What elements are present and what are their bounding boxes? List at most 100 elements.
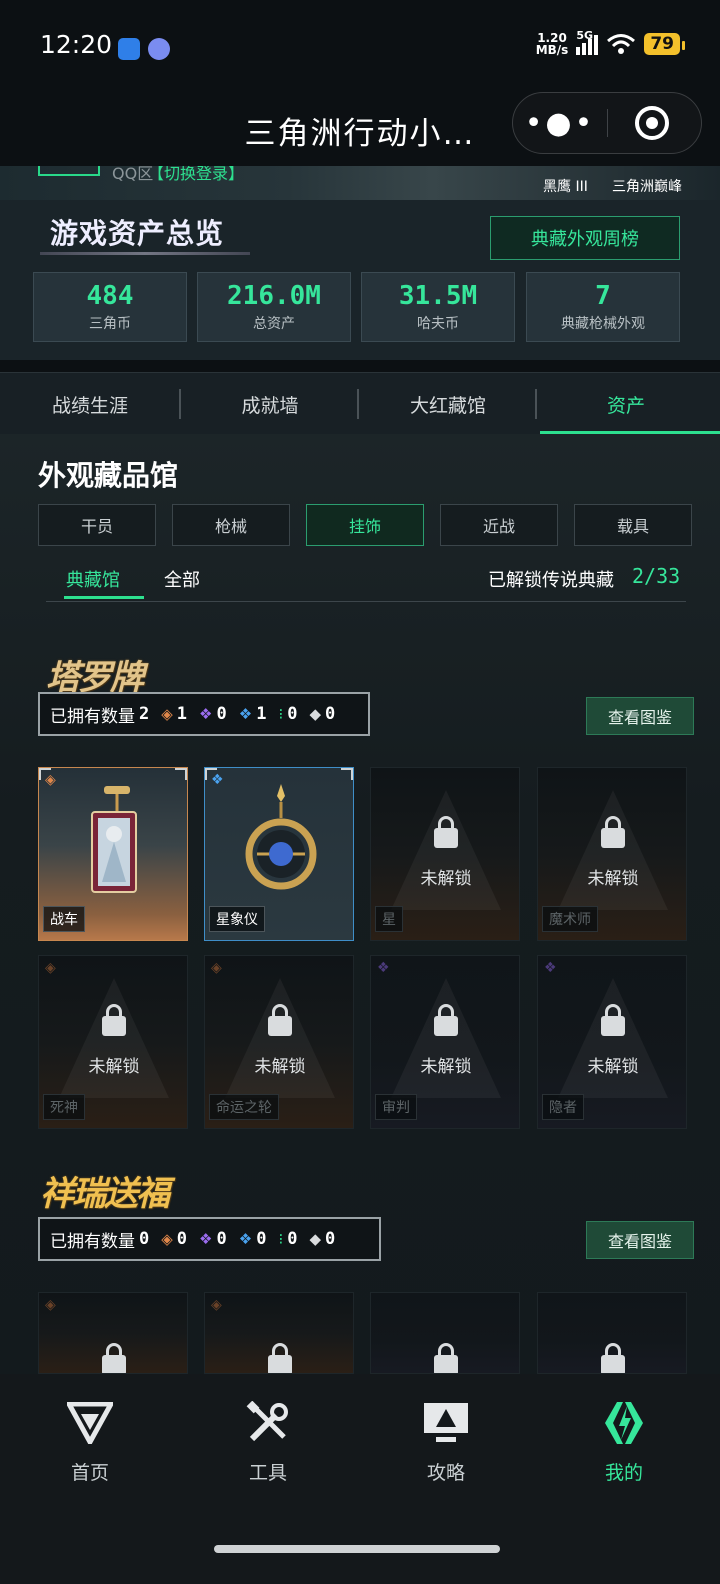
nav-label: 工具 <box>248 1462 287 1484</box>
collection-card[interactable]: ❖ 未解锁 隐者 <box>537 955 687 1129</box>
switch-login-link[interactable]: 【切换登录】 <box>148 166 244 184</box>
card-background-triangle <box>225 978 335 1098</box>
sub-tab-collection[interactable]: 典藏馆 <box>66 566 120 592</box>
collection-card[interactable]: ◈ 未解锁 死神 <box>38 955 188 1129</box>
rarity-count: 1 <box>176 704 188 724</box>
collection-card[interactable]: ◈ 未解锁 命运之轮 <box>204 955 354 1129</box>
owned-label: 已拥有数量 <box>50 1231 135 1252</box>
tab-assets[interactable]: 资产 <box>536 373 716 435</box>
astrolabe-charm-icon <box>245 784 317 890</box>
app-notification-icon <box>118 38 140 60</box>
lock-icon <box>601 816 625 848</box>
series-logo-blessing: 祥瑞送福 <box>40 1174 170 1214</box>
collection-card[interactable]: ◈ <box>38 1292 188 1374</box>
locked-label: 未解锁 <box>88 1057 140 1077</box>
stat-label: 哈夫币 <box>417 316 459 332</box>
orange-diamond-icon: ◈ <box>45 772 56 788</box>
orange-diamond-icon: ◈ <box>161 1230 173 1248</box>
tarot-chariot-charm-icon <box>91 786 137 893</box>
purple-diamond-icon: ❖ <box>377 960 390 976</box>
purple-diamond-icon: ❖ <box>199 1230 213 1248</box>
view-catalog-button[interactable]: 查看图鉴 <box>586 1221 694 1259</box>
blue-diamond-icon: ❖ <box>211 772 224 788</box>
rarity-count: 0 <box>256 1229 267 1249</box>
network-type: 5G <box>576 29 594 42</box>
card-corner <box>175 768 187 780</box>
locked-label: 未解锁 <box>420 869 472 889</box>
lock-icon <box>434 816 458 848</box>
target-circle-icon[interactable] <box>635 106 669 140</box>
nav-home[interactable]: 首页 <box>0 1400 180 1485</box>
weekly-ranking-button[interactable]: 典藏外观周榜 <box>490 216 680 260</box>
stat-card-total-assets: 216.0M 总资产 <box>197 272 351 342</box>
owned-total: 0 <box>139 1229 150 1249</box>
category-weapons[interactable]: 枪械 <box>172 504 290 546</box>
net-speed-unit: MB/s <box>535 43 569 57</box>
stat-card-collection-skins: 7 典藏枪械外观 <box>526 272 680 342</box>
card-background-triangle <box>558 978 668 1098</box>
collection-card[interactable]: 未解锁 魔术师 <box>537 767 687 941</box>
category-melee[interactable]: 近战 <box>440 504 558 546</box>
capsule-divider <box>607 109 608 137</box>
category-operators[interactable]: 干员 <box>38 504 156 546</box>
collection-card[interactable]: 未解锁 星 <box>370 767 520 941</box>
more-dots-icon[interactable]: •●• <box>513 93 607 153</box>
blue-diamond-icon: ❖ <box>238 705 253 723</box>
lock-icon <box>434 1343 458 1373</box>
locked-label: 未解锁 <box>254 1057 306 1077</box>
wifi-icon <box>607 34 636 54</box>
profile-emblem-icon <box>534 1400 714 1446</box>
home-indicator[interactable] <box>214 1545 500 1553</box>
collection-card[interactable] <box>537 1292 687 1374</box>
lock-icon <box>601 1004 625 1036</box>
rarity-count: 0 <box>325 1229 336 1249</box>
card-background-triangle <box>391 978 501 1098</box>
green-diamond-icon: ⁝ <box>278 705 284 723</box>
section-title: 外观藏品馆 <box>38 459 179 492</box>
tab-achievements[interactable]: 成就墙 <box>180 373 360 435</box>
rarity-count: 0 <box>176 1229 188 1249</box>
overview-title: 游戏资产总览 <box>50 217 225 250</box>
battery-indicator: 79 <box>644 33 685 55</box>
app-notification-icon-2 <box>148 38 170 60</box>
item-name: 死神 <box>43 1094 85 1120</box>
purple-diamond-icon: ❖ <box>199 705 213 723</box>
profile-tabs: 战绩生涯 成就墙 大红藏馆 资产 <box>0 372 720 435</box>
white-diamond-icon: ◆ <box>309 705 322 723</box>
orange-diamond-icon: ◈ <box>211 960 222 976</box>
category-charms[interactable]: 挂饰 <box>306 504 424 546</box>
blue-diamond-icon: ❖ <box>238 1230 253 1248</box>
lock-icon <box>102 1004 126 1036</box>
unlock-label: 已解锁传说典藏 <box>488 570 614 591</box>
collection-card[interactable] <box>370 1292 520 1374</box>
purple-diamond-icon: ❖ <box>544 960 557 976</box>
rarity-count: 0 <box>216 704 227 724</box>
item-name: 隐者 <box>542 1094 584 1120</box>
overview-title-underline <box>40 252 250 255</box>
collection-card[interactable]: ❖ 未解锁 审判 <box>370 955 520 1129</box>
category-vehicles[interactable]: 载具 <box>574 504 692 546</box>
collection-card[interactable]: ❖ 星象仪 <box>204 767 354 941</box>
rarity-count: 1 <box>256 704 267 724</box>
view-catalog-button[interactable]: 查看图鉴 <box>586 697 694 735</box>
sub-tab-divider <box>46 601 686 602</box>
tab-career[interactable]: 战绩生涯 <box>0 373 180 435</box>
owned-total: 2 <box>139 704 150 724</box>
stat-card-haf-coins: 31.5M 哈夫币 <box>361 272 515 342</box>
avatar[interactable] <box>38 166 100 176</box>
nav-label: 首页 <box>70 1462 109 1484</box>
signal-icon: 5G <box>576 29 599 55</box>
locked-label: 未解锁 <box>587 869 639 889</box>
item-name: 命运之轮 <box>209 1094 279 1120</box>
nav-guides[interactable]: 攻略 <box>356 1400 536 1485</box>
rarity-count: 0 <box>287 1229 298 1249</box>
item-name: 魔术师 <box>542 906 598 932</box>
nav-tools[interactable]: 工具 <box>178 1400 358 1485</box>
collection-card[interactable]: ◈ 战车 <box>38 767 188 941</box>
nav-mine[interactable]: 我的 <box>534 1400 714 1485</box>
locked-label: 未解锁 <box>420 1057 472 1077</box>
collection-card[interactable]: ◈ <box>204 1292 354 1374</box>
tab-red-collection[interactable]: 大红藏馆 <box>358 373 538 435</box>
monitor-icon <box>356 1400 536 1446</box>
sub-tab-all[interactable]: 全部 <box>164 566 200 592</box>
